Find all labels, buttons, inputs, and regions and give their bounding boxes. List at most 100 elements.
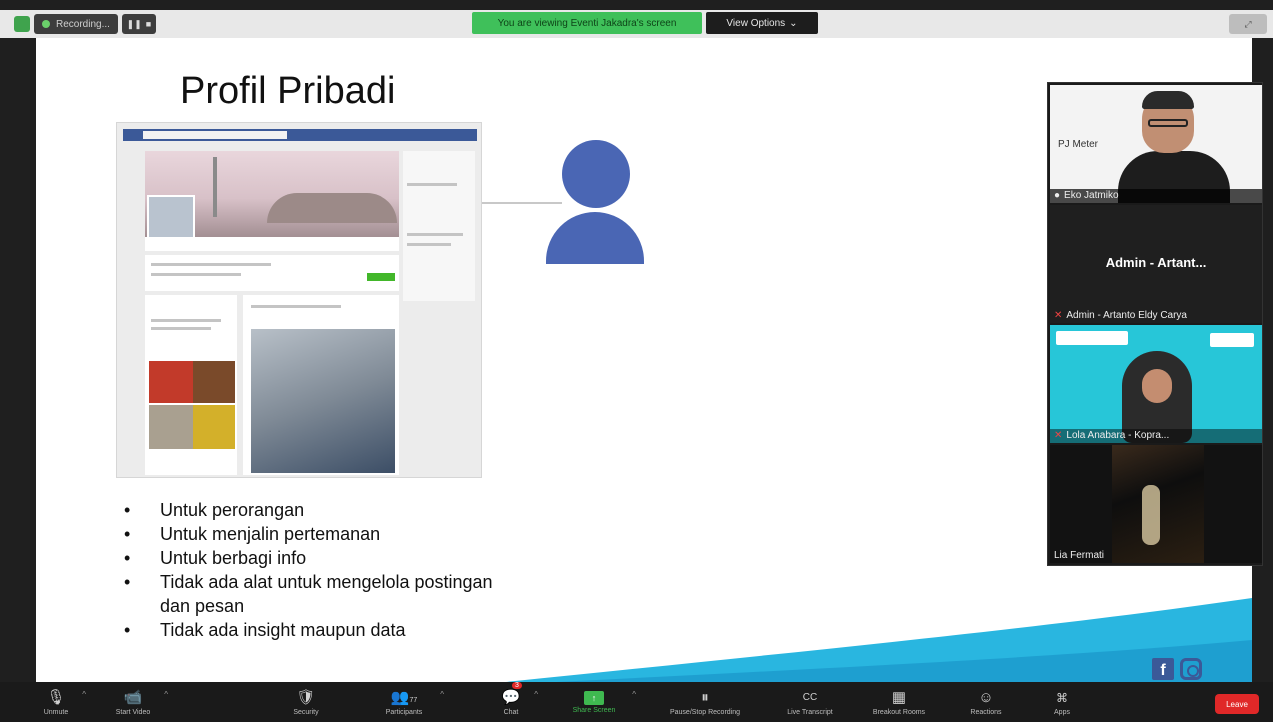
photo-thumbnail: [193, 361, 235, 403]
breakout-rooms-button[interactable]: ▦ Breakout Rooms: [862, 682, 936, 722]
chevron-up-icon[interactable]: ^: [632, 690, 636, 699]
reactions-icon: ☺: [978, 688, 994, 706]
couple-photo: [251, 329, 395, 473]
security-shield-icon[interactable]: [14, 16, 30, 32]
photo-thumbnail: [149, 361, 193, 403]
start-video-button[interactable]: 📹 Start Video ^: [108, 682, 168, 722]
view-options-button[interactable]: View Options ⌄: [706, 12, 818, 34]
participant-tile[interactable]: Admin - Artant... ✕ Admin - Artanto Eldy…: [1050, 205, 1262, 323]
security-button[interactable]: 🛡 Security: [284, 682, 328, 722]
reactions-button[interactable]: ☺ Reactions: [962, 682, 1010, 722]
chevron-up-icon[interactable]: ^: [82, 690, 86, 699]
person-avatar-body-icon: [546, 212, 644, 264]
person-avatar-head-icon: [562, 140, 630, 208]
video-background-label: PJ Meter: [1058, 139, 1099, 150]
start-video-label: Start Video: [115, 708, 151, 716]
chat-icon: 💬: [501, 688, 521, 706]
stop-recording-icon[interactable]: ■: [146, 19, 151, 29]
text-line: [251, 305, 341, 308]
apps-icon: ⌘: [1056, 690, 1068, 705]
chevron-up-icon[interactable]: ^: [534, 690, 538, 699]
participant-name-label: Lia Fermati: [1054, 550, 1105, 561]
participant-hair: [1142, 91, 1194, 109]
participant-name-label: Lola Anabara - Kopra...: [1066, 430, 1170, 441]
text-line: [407, 233, 463, 236]
breakout-rooms-label: Breakout Rooms: [872, 708, 926, 716]
bullet-item: Untuk menjalin pertemanan: [120, 522, 560, 546]
pause-stop-icon: ⏸: [701, 688, 709, 706]
participants-label: Participants: [385, 708, 423, 716]
text-line: [407, 183, 457, 186]
pause-stop-recording-button[interactable]: ⏸ Pause/Stop Recording: [650, 682, 760, 722]
recording-controls[interactable]: ❚❚ ■: [121, 14, 156, 34]
facebook-right-column: [403, 151, 475, 301]
unmute-label: Unmute: [43, 708, 69, 716]
chevron-up-icon[interactable]: ^: [164, 690, 168, 699]
slide-title: Profil Pribadi: [180, 70, 396, 112]
recording-group: Recording... ❚❚ ■: [14, 14, 156, 34]
bridge-tower-shape: [213, 157, 217, 217]
photo-thumbnail: [149, 405, 193, 449]
chat-button[interactable]: 💬 3 Chat ^: [494, 682, 538, 722]
photo-thumbnail: [193, 405, 235, 449]
participant-name: Lia Fermati: [1054, 550, 1104, 561]
live-transcript-button[interactable]: CC Live Transcript: [774, 682, 846, 722]
security-label: Security: [293, 708, 319, 716]
microphone-muted-icon: 🎙: [46, 688, 66, 706]
share-screen-label: Share Screen: [572, 706, 616, 714]
participant-tile[interactable]: PJ Meter ● Eko Jatmiko: [1050, 85, 1262, 203]
participant-tile[interactable]: ✕ Lola Anabara - Kopra...: [1050, 325, 1262, 443]
mic-on-icon: ●: [1054, 190, 1061, 201]
chat-label: Chat: [503, 708, 519, 716]
recording-indicator: Recording...: [34, 14, 118, 34]
participant-name-label: Admin - Artanto Eldy Carya: [1066, 310, 1187, 321]
facebook-profile-screenshot: [116, 122, 482, 478]
apps-label: Apps: [1054, 708, 1070, 716]
facebook-profile-picture: [147, 195, 195, 243]
recording-label: Recording...: [56, 18, 110, 30]
viewing-screen-banner: You are viewing Eventi Jakadra's screen: [472, 12, 702, 34]
chevron-down-icon: ⌄: [789, 17, 798, 29]
top-bar: Recording... ❚❚ ■ You are viewing Eventi…: [0, 10, 1273, 38]
text-line: [151, 319, 221, 322]
recording-dot-icon: [42, 20, 50, 28]
participant-name: ✕ Lola Anabara - Kopra...: [1054, 430, 1169, 441]
fullscreen-button[interactable]: ⤢: [1229, 14, 1267, 34]
meeting-toolbar: 🎙 Unmute ^ 📹 Start Video ^ 🛡 Security 👥7…: [0, 682, 1273, 722]
closed-caption-icon: CC: [802, 691, 818, 703]
slide-wave-decoration: [506, 598, 1252, 682]
participant-center-name: Admin - Artant...: [1105, 255, 1207, 270]
text-line: [151, 263, 271, 266]
apps-button[interactable]: ⌘ Apps: [1046, 682, 1078, 722]
fullscreen-icon: ⤢: [1244, 18, 1252, 29]
video-off-icon: 📹: [123, 688, 143, 706]
facebook-profile-nav: [145, 237, 399, 251]
participants-icon: 👥77: [391, 689, 417, 707]
participant-count: 77: [409, 696, 418, 704]
share-screen-icon: ↑: [584, 690, 604, 705]
video-logo-strip: [1056, 331, 1128, 345]
mic-muted-icon: ✕: [1054, 310, 1063, 321]
pause-stop-recording-label: Pause/Stop Recording: [669, 708, 741, 716]
participant-face: [1142, 369, 1172, 403]
participant-tile[interactable]: Lia Fermati: [1050, 445, 1262, 563]
live-transcript-label: Live Transcript: [787, 708, 833, 716]
unmute-button[interactable]: 🎙 Unmute ^: [36, 682, 86, 722]
facebook-icon: f: [1152, 658, 1174, 680]
pause-recording-icon[interactable]: ❚❚: [127, 19, 142, 30]
participants-button[interactable]: 👥77 Participants ^: [374, 682, 444, 722]
breakout-rooms-icon: ▦: [891, 688, 907, 706]
glasses-shape: [1148, 119, 1188, 127]
leave-meeting-button[interactable]: Leave: [1215, 694, 1259, 714]
shield-icon: 🛡: [296, 688, 316, 706]
chat-unread-badge: 3: [512, 682, 522, 689]
instagram-icon: [1180, 658, 1202, 680]
hill-shape: [267, 193, 397, 223]
light-shape: [1142, 485, 1160, 545]
share-screen-button[interactable]: ↑ Share Screen ^: [562, 682, 636, 722]
participants-glyph: 👥: [390, 688, 410, 706]
participant-video-panel[interactable]: PJ Meter ● Eko Jatmiko Admin - Artant...…: [1047, 82, 1263, 566]
video-logo-badge: [1210, 333, 1254, 347]
facebook-search-box: [143, 131, 287, 139]
chevron-up-icon[interactable]: ^: [440, 690, 444, 699]
